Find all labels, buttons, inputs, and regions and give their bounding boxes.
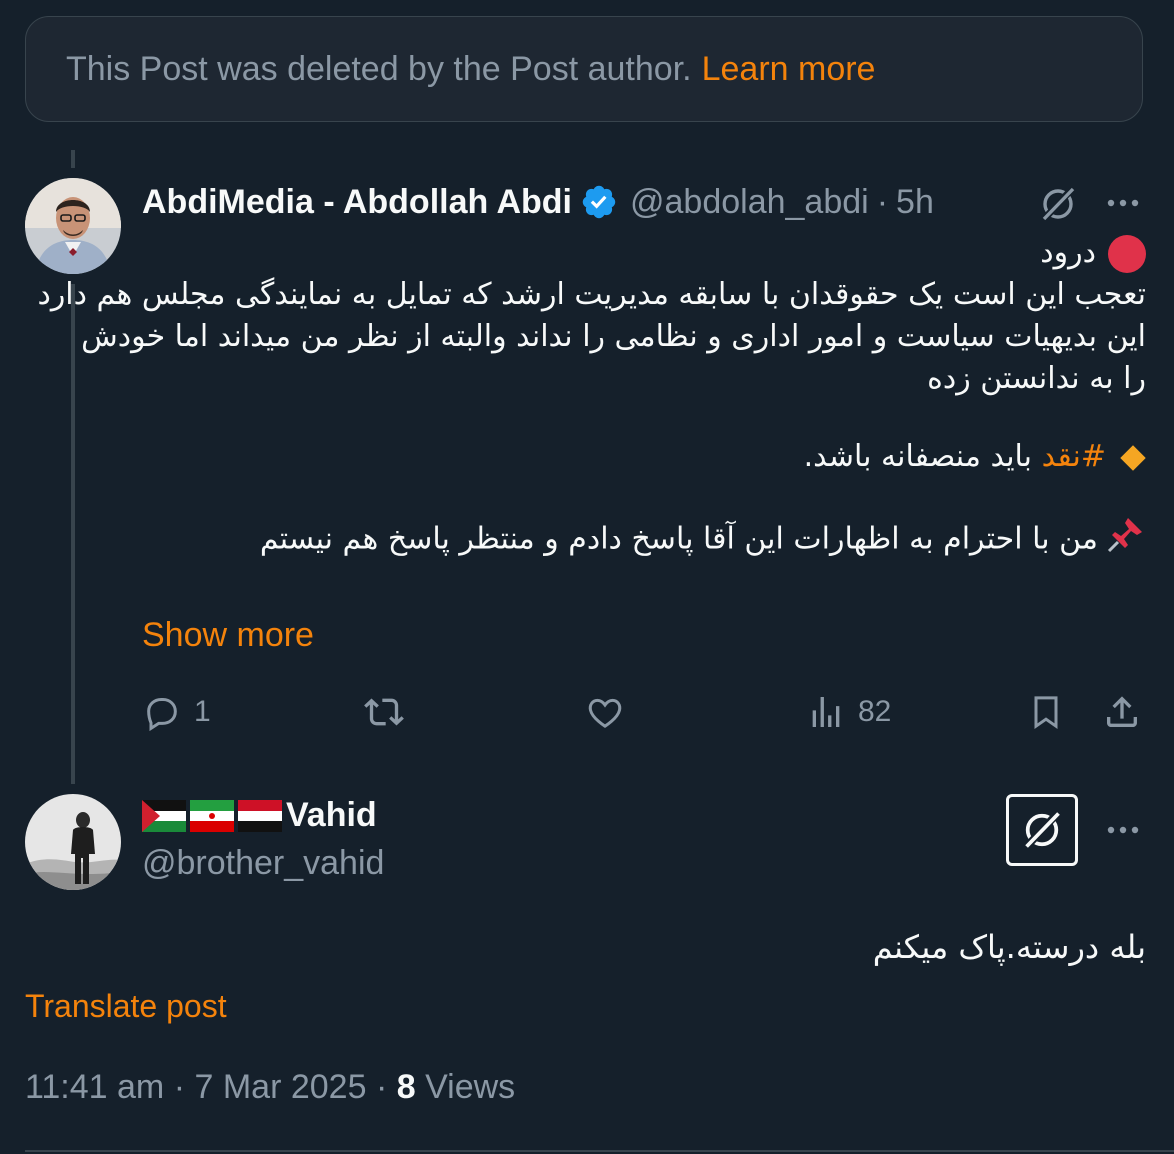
reply-count: 1 [194,695,211,728]
share-icon [1107,696,1137,727]
post-body: درود تعجب این است یک حقوقدان با سابقه مد… [37,232,1146,566]
post-gap [142,478,1146,514]
bookmark-icon [1034,696,1058,730]
reply-body: بله درسته.پاک میکنم [872,928,1146,966]
post-line-5: #نقد باید منصفانه باشد. [142,436,1146,478]
post-line-2: تعجب این است یک حقوقدان با سابقه مدیریت … [37,277,1146,312]
post-timestamp-time[interactable]: 11:41 am [25,1068,164,1106]
red-circle-icon [1108,234,1146,273]
views-icon [812,697,840,727]
separator-dot: · [375,1068,388,1106]
repost-button[interactable] [362,692,406,732]
post-line-1-text: درود [1040,235,1096,270]
post-line-1: درود [142,232,1146,274]
thread-line-top [71,150,75,168]
post-line-6-text: من با احترام به اظهارات این آقا پاسخ داد… [259,521,1098,557]
divider [25,1150,1174,1152]
separator-dot: · [876,182,889,221]
share-button[interactable] [1102,692,1142,732]
bookmark-button[interactable] [1026,692,1066,732]
post-line-5-text: باید منصفانه باشد. [803,439,1042,474]
repost-icon [364,698,404,726]
grok-icon[interactable] [1006,794,1078,866]
like-button[interactable] [584,692,626,732]
translate-post-link[interactable]: Translate post [25,988,227,1025]
post-line-3: این بدیهیات سیاست و امور اداری و نظامی ر… [81,319,1146,354]
views-count: 82 [858,695,892,728]
show-more-link[interactable]: Show more [142,616,314,655]
post-meta: 11:41 am · 7 Mar 2025 · 8 Views [25,1068,515,1107]
pushpin-icon [1106,514,1146,566]
post-line-6: من با احترام به اظهارات این آقا پاسخ داد… [142,514,1146,566]
views-label: Views [425,1068,516,1106]
learn-more-link[interactable]: Learn more [702,50,876,89]
author-name[interactable]: AbdiMedia - Abdollah Abdi [142,183,572,222]
reply-author-avatar[interactable] [25,794,121,890]
reply-author-row: Vahid [142,796,377,835]
more-icon[interactable] [1103,810,1143,850]
post-timestamp-date[interactable]: 7 Mar 2025 [194,1068,366,1106]
post-actions: 1 82 [0,692,1174,742]
page: This Post was deleted by the Post author… [0,0,1174,1154]
reply-button[interactable]: 1 [142,692,211,732]
like-icon [588,698,622,728]
orange-diamond-icon [1120,444,1146,471]
yemen-flag-icon [238,799,282,832]
views-count: 8 [396,1068,416,1106]
views-button[interactable]: 82 [806,692,891,732]
deleted-post-notice: This Post was deleted by the Post author… [25,16,1143,122]
post-header: AbdiMedia - Abdollah Abdi @abdolah_abdi … [142,180,934,224]
palestine-flag-icon [142,799,186,832]
post-line-4: را به ندانستن زده [927,361,1146,396]
more-icon[interactable] [1103,183,1143,223]
verified-badge-icon[interactable] [580,183,618,221]
author-handle[interactable]: @abdolah_abdi [630,183,869,222]
hashtag-link[interactable]: #نقد [1042,439,1106,474]
separator-dot: · [173,1068,186,1106]
grok-icon[interactable] [1036,182,1080,226]
post-gap [142,400,1146,436]
deleted-notice-text: This Post was deleted by the Post author… [66,49,692,88]
iran-flag-icon [190,799,234,832]
reply-author-handle[interactable]: @brother_vahid [142,844,384,883]
author-avatar[interactable] [25,178,121,274]
reply-author-name[interactable]: Vahid [286,796,377,835]
reply-icon [147,698,177,732]
post-time[interactable]: 5h [896,183,934,222]
